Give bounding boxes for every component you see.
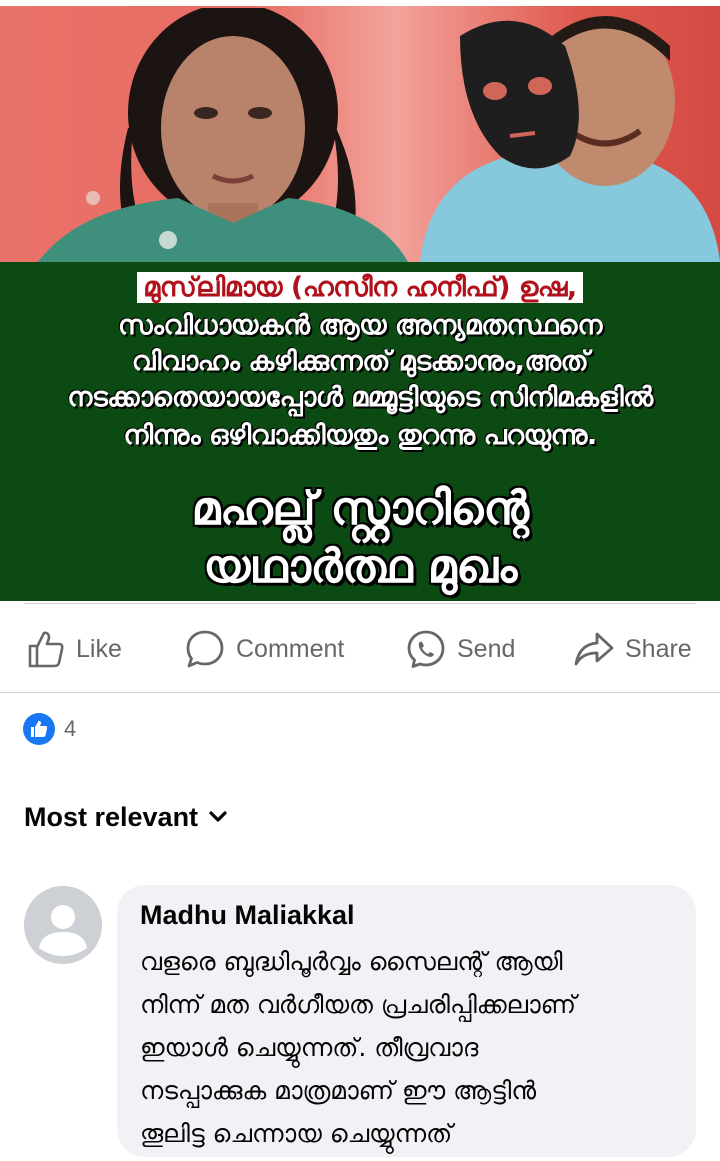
like-label: Like [76,634,122,663]
divider [24,603,696,604]
sort-label: Most relevant [24,801,199,832]
comment-line: നടപ്പാക്കുക മാത്രമാണ് ഈ ആട്ടിൻ [140,1076,537,1105]
comment-author[interactable]: Madhu Maliakkal [140,900,355,931]
like-button[interactable]: Like [26,618,122,680]
post-image[interactable]: മുസ്‌ലിമായ (ഹസീന ഹനീഫ്) ഉഷ, സംവിധായകൻ ആയ… [0,0,720,601]
comment-line: നിന്ന് മത വർഗീയത പ്രചരിപ്പിക്കലാണ് [140,990,577,1019]
comment-line: വളരെ ബുദ്ധിപൂർവ്വം സൈലന്റ് ആയി [140,947,563,976]
comment-line: ഇയാൾ ചെയ്യുന്നത്. തീവ്രവാദ [140,1033,479,1062]
caption-line-5: നിന്നും ഒഴിവാക്കിയതും തുറന്നു പറയുന്നു. [123,420,597,451]
comment-button[interactable]: Comment [184,618,344,680]
default-avatar-icon [24,886,102,964]
caption-line-4: നടക്കാതെയായപ്പോൾ മമ്മൂട്ടിയുടെ സിനിമകളിൽ [67,382,653,413]
woman-photo [38,8,408,262]
divider [0,692,720,693]
post-action-bar: Like Comment Send Share [0,618,720,680]
share-label: Share [625,634,692,663]
headline-line-2: യഥാർത്ഥ മുഖം [203,539,517,593]
share-arrow-icon [574,632,614,666]
reaction-count: 4 [64,716,77,741]
headline-line-1: മഹല്ല് സ്റ്റാറിന്റെ [191,481,529,535]
like-reaction-icon [23,713,55,745]
thumbs-up-icon [28,631,64,668]
caption-line-2: സംവിധായകൻ ആയ അന്യമതസ്ഥനെ [118,310,602,341]
send-button[interactable]: Send [405,618,515,680]
caption-line-1: മുസ്‌ലിമായ (ഹസീന ഹനീഫ്) ഉഷ, [0,270,720,306]
caption-line-3: വിവാഹം കഴിക്കുന്നത് മുടക്കാനും,അത് [131,346,589,377]
reaction-summary[interactable]: 4 [23,713,76,745]
share-button[interactable]: Share [573,618,692,680]
comment-bubble-icon [186,630,224,668]
man-with-mask-photo [420,16,720,262]
commenter-avatar[interactable] [24,886,102,964]
send-label: Send [457,634,516,663]
comment-text: വളരെ ബുദ്ധിപൂർവ്വം സൈലന്റ് ആയി നിന്ന് മത… [140,940,680,1155]
post-photo [0,0,720,262]
comment-line: തൂലിട്ട ചെന്നായ ചെയ്യുന്നത് [140,1119,453,1148]
comment-label: Comment [236,634,345,663]
messenger-icon [407,630,445,668]
chevron-down-icon [209,811,227,822]
comment-sort-dropdown[interactable]: Most relevant [24,797,228,837]
